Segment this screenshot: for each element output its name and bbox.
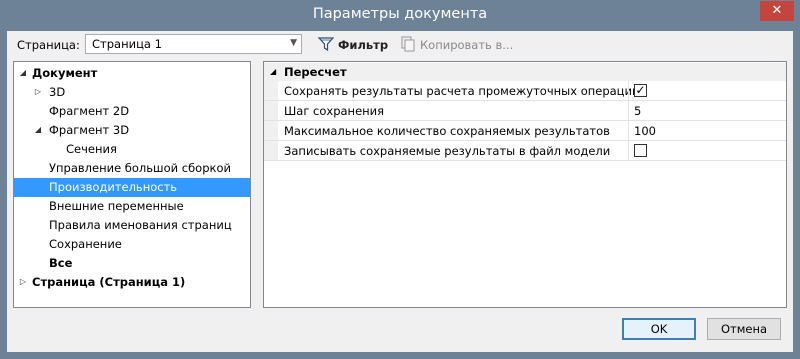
filter-label: Фильтр — [338, 38, 389, 52]
tree-item-sections[interactable]: Сечения — [14, 140, 250, 159]
tree-item-label: Сечения — [66, 142, 117, 156]
tree-item-saving[interactable]: Сохранение — [14, 235, 250, 254]
copy-to-label: Копировать в... — [420, 38, 514, 52]
column-separator — [628, 141, 629, 160]
save-intermediate-results-checkbox[interactable]: ✓ — [634, 84, 647, 97]
row-gutter — [264, 101, 278, 120]
title-bar[interactable]: Параметры документа ✕ — [0, 0, 800, 32]
expanded-icon[interactable]: ◢ — [33, 121, 43, 139]
column-separator — [628, 81, 629, 100]
row-gutter — [264, 141, 278, 160]
property-row[interactable]: Максимальное количество сохраняемых резу… — [264, 121, 786, 141]
tree-item-page-naming[interactable]: Правила именования страниц — [14, 216, 250, 235]
property-name: Сохранять результаты расчета промежуточн… — [284, 84, 640, 98]
tree-item-label: Страница (Страница 1) — [32, 275, 186, 289]
expanded-icon[interactable]: ◢ — [270, 63, 276, 81]
collapsed-icon[interactable]: ▷ — [18, 273, 28, 291]
close-button[interactable]: ✕ — [760, 1, 794, 21]
filter-icon — [318, 37, 334, 52]
tree-item-label: Фрагмент 3D — [49, 123, 130, 137]
tree-item-label: Внешние переменные — [49, 199, 184, 213]
property-grid: ◢ Пересчет Сохранять результаты расчета … — [263, 61, 787, 308]
tree-item-label: Правила именования страниц — [49, 218, 232, 232]
property-name: Шаг сохранения — [284, 104, 385, 118]
property-row[interactable]: Шаг сохранения 5 — [264, 101, 786, 121]
tree-item-document[interactable]: ◢ Документ — [14, 64, 250, 83]
expanded-icon[interactable]: ◢ — [18, 64, 28, 82]
row-gutter — [264, 81, 278, 100]
property-row[interactable]: Сохранять результаты расчета промежуточн… — [264, 81, 786, 101]
cancel-button[interactable]: Отмена — [707, 318, 781, 340]
tree-item-label: Документ — [32, 66, 98, 80]
tree-item-label: 3D — [49, 85, 66, 99]
page-label: Страница: — [17, 38, 80, 52]
column-separator — [628, 121, 629, 140]
tree-item-fragment-3d[interactable]: ◢ Фрагмент 3D — [14, 121, 250, 140]
tree-item-external-variables[interactable]: Внешние переменные — [14, 197, 250, 216]
chevron-down-icon: ▼ — [290, 38, 297, 48]
property-name: Максимальное количество сохраняемых резу… — [284, 124, 610, 138]
tree-item-performance[interactable]: Производительность — [14, 178, 250, 197]
max-saved-results-value[interactable]: 100 — [634, 124, 656, 138]
tree-item-page[interactable]: ▷ Страница (Страница 1) — [14, 273, 250, 292]
page-select-value: Страница 1 — [92, 37, 162, 51]
collapsed-icon[interactable]: ▷ — [33, 83, 43, 101]
tree-item-label: Фрагмент 2D — [49, 104, 130, 118]
checkmark-icon: ✓ — [635, 83, 646, 97]
close-icon: ✕ — [771, 3, 783, 18]
tree-item-fragment-2d[interactable]: Фрагмент 2D — [14, 102, 250, 121]
dialog-window: Параметры документа ✕ Страница: Страница… — [0, 0, 800, 359]
dialog-client-area: Страница: Страница 1 ▼ Фильтр Копировать… — [7, 31, 793, 352]
row-gutter — [264, 121, 278, 140]
column-separator — [628, 101, 629, 120]
ok-button[interactable]: OK — [622, 318, 696, 340]
tree-item-3d[interactable]: ▷ 3D — [14, 83, 250, 102]
tree-item-large-assembly[interactable]: Управление большой сборкой — [14, 159, 250, 178]
save-step-value[interactable]: 5 — [634, 104, 641, 118]
tree-item-label: Все — [49, 256, 73, 270]
tree-item-label: Сохранение — [49, 237, 122, 251]
window-title: Параметры документа — [312, 6, 488, 22]
settings-tree[interactable]: ◢ Документ ▷ 3D Фрагмент 2D ◢ Фрагмент 3… — [13, 61, 251, 308]
property-group-header[interactable]: ◢ Пересчет — [264, 63, 786, 81]
tree-item-label: Производительность — [49, 180, 178, 194]
tree-item-all[interactable]: Все — [14, 254, 250, 273]
tree-item-label: Управление большой сборкой — [49, 161, 231, 175]
page-select[interactable]: Страница 1 ▼ — [85, 34, 302, 54]
property-group-title: Пересчет — [284, 65, 347, 79]
copy-icon — [401, 36, 415, 52]
property-row[interactable]: Записывать сохраняемые результаты в файл… — [264, 141, 786, 161]
write-results-to-model-checkbox[interactable] — [634, 144, 647, 157]
property-name: Записывать сохраняемые результаты в файл… — [284, 144, 611, 158]
